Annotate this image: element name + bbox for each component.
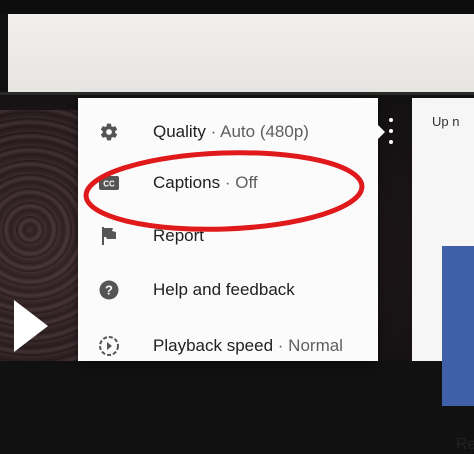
menu-item-playback-speed[interactable]: Playback speed · Normal — [78, 320, 378, 372]
svg-text:?: ? — [105, 283, 113, 298]
help-icon: ? — [98, 279, 120, 301]
more-options-icon[interactable] — [387, 118, 395, 144]
quality-separator: · — [210, 122, 217, 141]
device-bezel — [0, 0, 474, 14]
up-next-title: Up n — [432, 114, 460, 129]
playback-speed-separator: · — [277, 336, 284, 355]
gear-icon — [98, 121, 120, 143]
menu-item-help[interactable]: ? Help and feedback — [78, 264, 378, 316]
quality-label: Quality — [153, 122, 206, 141]
playback-speed-value: Normal — [288, 336, 343, 355]
up-next-thumbnail[interactable] — [442, 246, 474, 406]
screen-glare — [8, 14, 474, 92]
play-icon[interactable] — [14, 300, 48, 352]
quality-value: Auto (480p) — [220, 122, 309, 141]
annotation-ellipse — [83, 150, 365, 232]
playback-speed-icon — [98, 335, 120, 357]
help-label: Help and feedback — [153, 280, 295, 299]
up-next-panel: Up n Re — [412, 98, 474, 453]
up-next-button[interactable]: Re — [456, 436, 474, 454]
playback-speed-label: Playback speed — [153, 336, 274, 355]
menu-pointer — [376, 123, 385, 141]
